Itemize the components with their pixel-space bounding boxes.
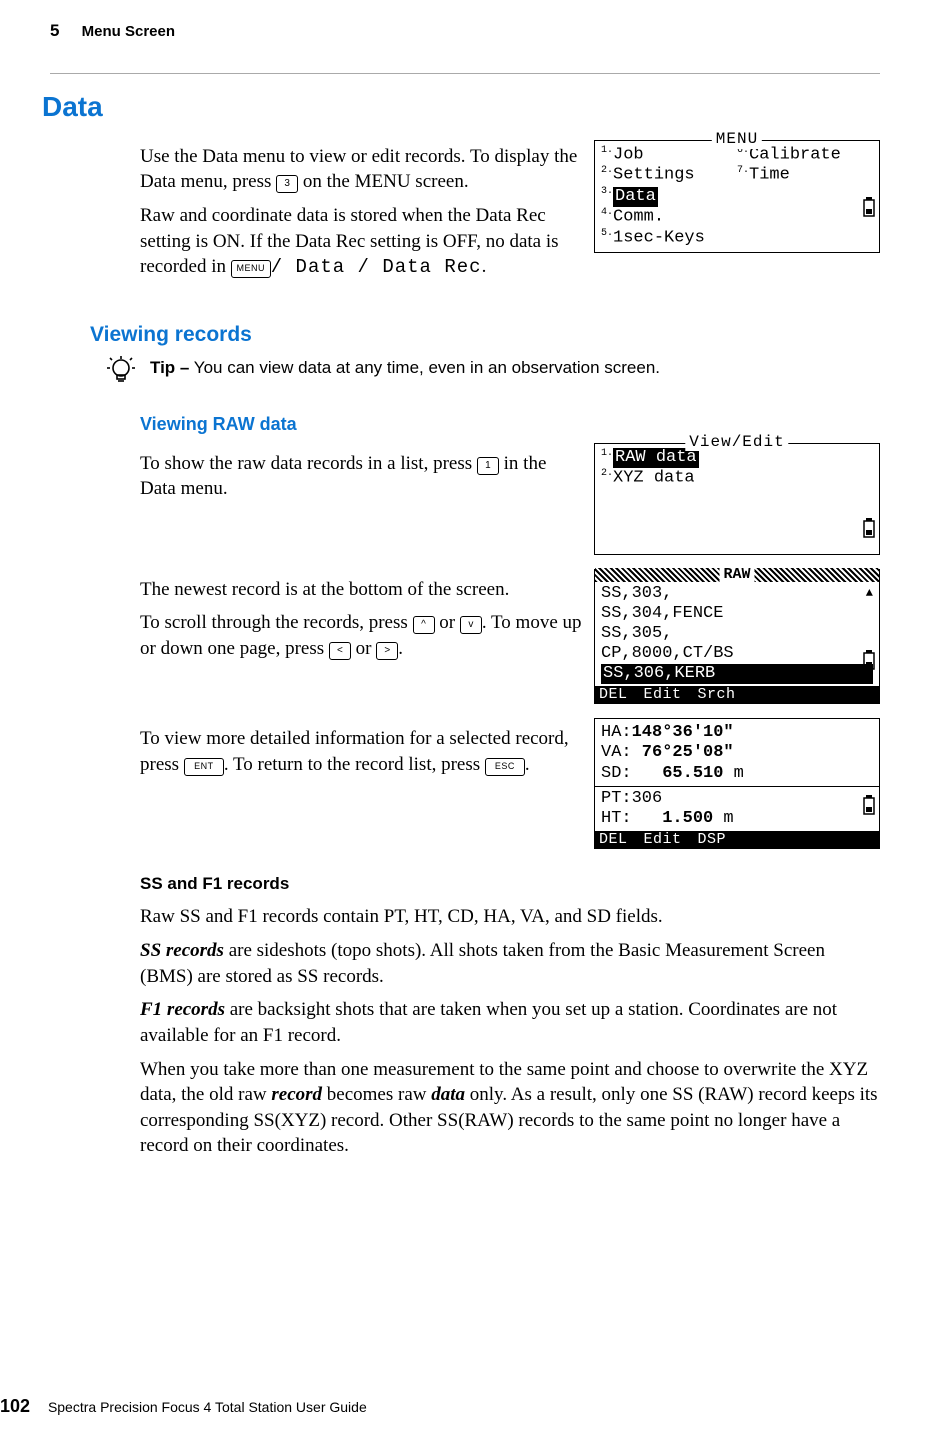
scroll-p2: To scroll through the records, press ^ o… [140, 610, 582, 661]
ssf1-p3: F1 records are backsight shots that are … [140, 997, 880, 1048]
viewedit-title: View/Edit [685, 433, 788, 452]
detail-pt: PT:306 [601, 789, 873, 809]
menu-item: 2.Settings [601, 165, 737, 186]
guide-name: Spectra Precision Focus 4 Total Station … [48, 1399, 367, 1415]
battery-icon [863, 518, 875, 545]
raw-row: SS,305, [601, 624, 873, 644]
raw-row: SS,304,FENCE [601, 604, 873, 624]
section-title: Data [42, 88, 880, 126]
ssf1-p2: SS records are sideshots (topo shots). A… [140, 938, 880, 989]
raw-row-selected: SS,306,KERB [601, 664, 873, 684]
page-number: 102 [0, 1396, 30, 1416]
detail-sd: SD: 65.510 m [601, 764, 873, 784]
detail-va: VA: 76°25'08" [601, 743, 873, 763]
raw-list-footer: DEL Edit Srch [595, 686, 879, 704]
raw-list-screen: RAW SS,303, SS,304,FENCE SS,305, CP,8000… [594, 569, 880, 705]
key-1: 1 [477, 457, 499, 475]
key-ent: ENT [184, 758, 224, 776]
scroll-p1: The newest record is at the bottom of th… [140, 577, 582, 603]
intro-paragraph-1: Use the Data menu to view or edit record… [140, 144, 582, 195]
detail-footer: DEL Edit DSP [595, 831, 879, 849]
intro-paragraph-2: Raw and coordinate data is stored when t… [140, 203, 582, 281]
tip-text: You can view data at any time, even in a… [189, 358, 660, 377]
detail-p1: To view more detailed information for a … [140, 726, 582, 777]
battery-icon [863, 197, 875, 224]
page-footer: 102 Spectra Precision Focus 4 Total Stat… [0, 1394, 930, 1418]
detail-ht: HT: 1.500 m [601, 809, 873, 829]
tip-label: Tip – [150, 358, 189, 377]
raw-row: CP,8000,CT/BS [601, 644, 873, 664]
ssf1-p1: Raw SS and F1 records contain PT, HT, CD… [140, 904, 880, 930]
header-rule [50, 73, 880, 74]
tip-icon [106, 355, 136, 392]
battery-icon [863, 795, 875, 822]
raw-row: SS,303, [601, 584, 873, 604]
viewing-raw-p1: To show the raw data records in a list, … [140, 451, 582, 502]
chapter-number: 5 [50, 21, 59, 40]
scroll-up-icon: ▲ [866, 586, 873, 600]
menu-item: 4.Comm. [601, 207, 737, 228]
raw-list-title-bar: RAW [595, 568, 879, 582]
detail-screen: HA:148°36'10" VA: 76°25'08" SD: 65.510 m… [594, 718, 880, 849]
key-esc: ESC [485, 758, 525, 776]
key-right: > [376, 642, 398, 660]
tip-row: Tip – You can view data at any time, eve… [106, 357, 880, 392]
viewedit-item: 2.XYZ data [601, 468, 873, 489]
key-left: < [329, 642, 351, 660]
menu-screen: MENU 1.Job 2.Settings 3.Data 4.Comm. 5.1… [594, 140, 880, 254]
battery-icon [863, 650, 875, 677]
detail-ha: HA:148°36'10" [601, 723, 873, 743]
menu-item: 5.1sec-Keys [601, 228, 737, 249]
viewing-records-title: Viewing records [90, 321, 880, 349]
key-menu: MENU [231, 260, 271, 278]
viewedit-screen: View/Edit 1.RAW data 2.XYZ data [594, 443, 880, 555]
menu-item: 7.Time [737, 165, 873, 186]
menu-screen-title: MENU [712, 130, 762, 149]
key-down: v [460, 616, 482, 634]
menu-item: 3.Data [601, 186, 737, 207]
ssf1-p4: When you take more than one measurement … [140, 1057, 880, 1160]
page-header: 5 Menu Screen [50, 20, 880, 43]
key-3: 3 [276, 175, 298, 193]
chapter-title: Menu Screen [82, 23, 175, 40]
ssf1-heading: SS and F1 records [140, 873, 880, 896]
key-up: ^ [413, 616, 435, 634]
